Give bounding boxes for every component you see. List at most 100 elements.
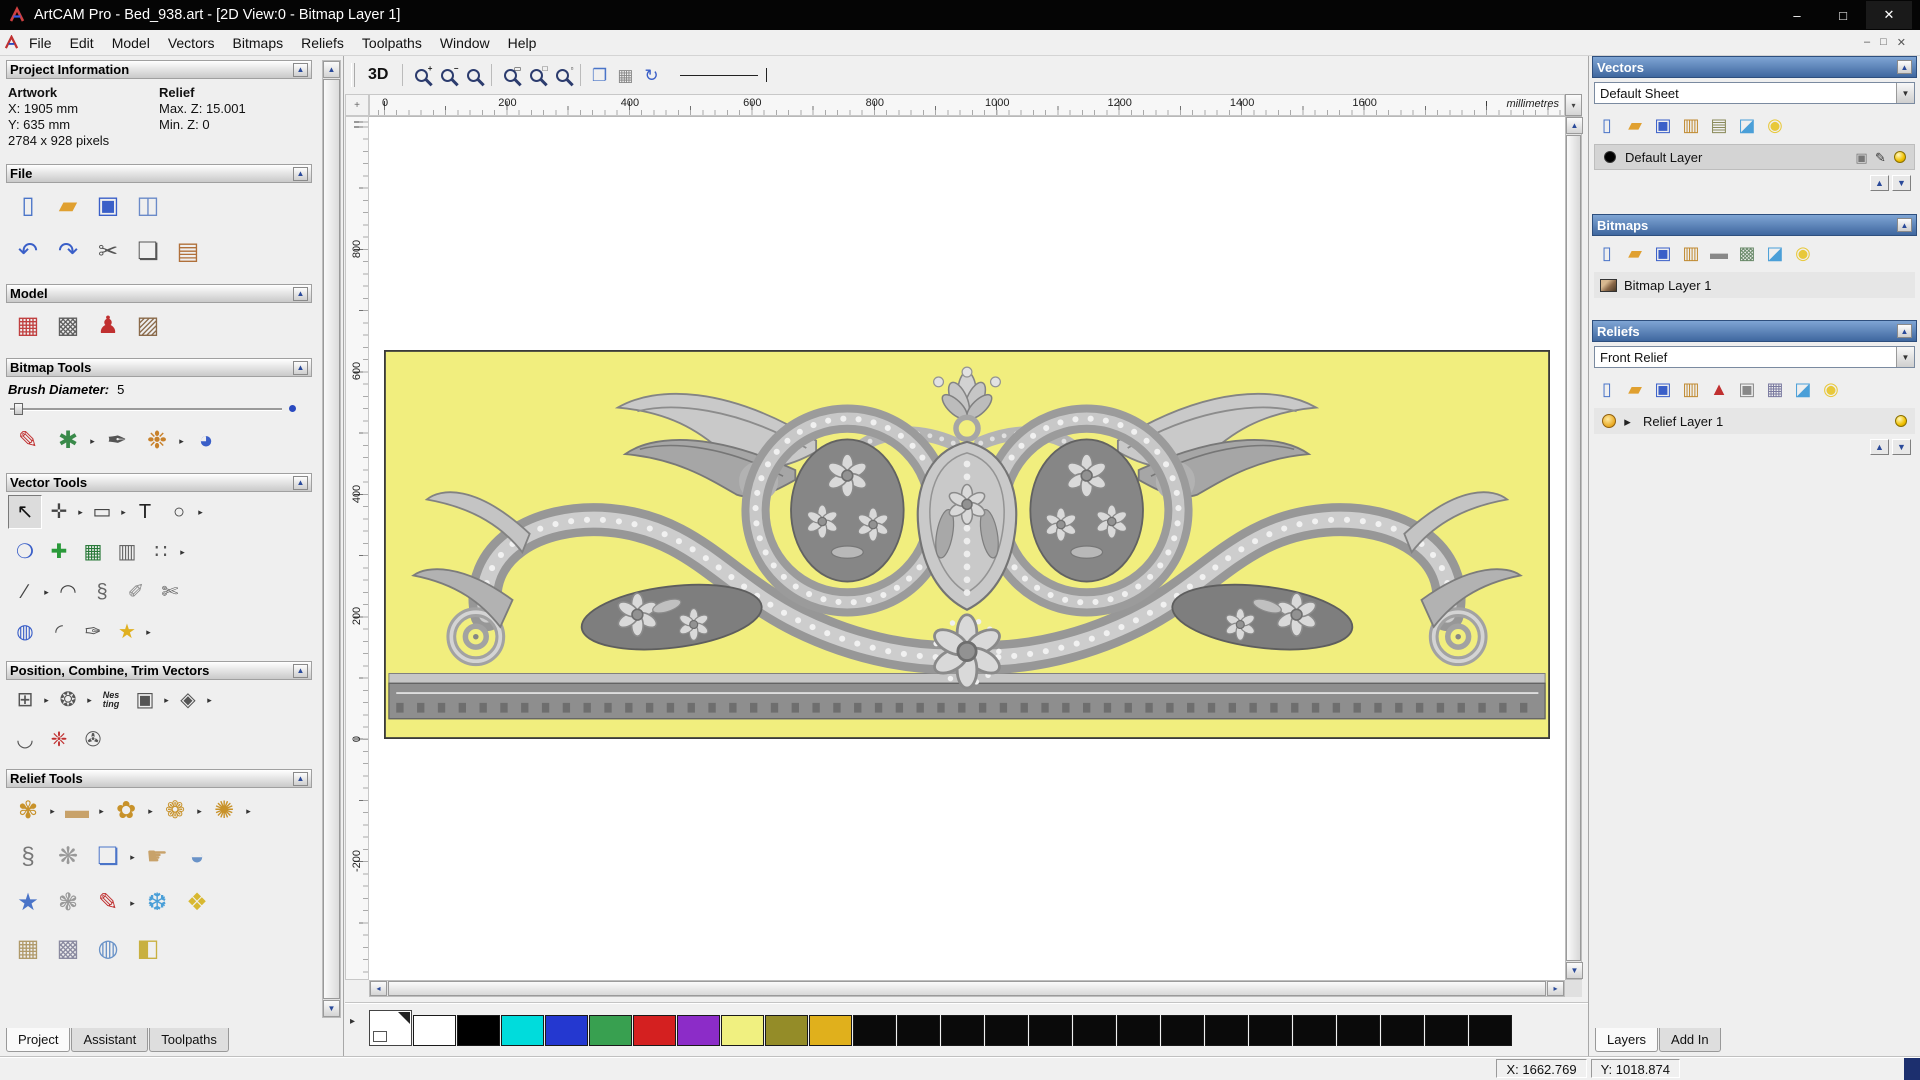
paint-bucket-icon[interactable]: ◕ [186,421,226,461]
colour-black-4[interactable] [941,1015,984,1046]
preview-pages-icon[interactable]: ❐ [586,62,612,88]
colour-black[interactable] [457,1015,500,1046]
tab-toolpaths[interactable]: Toolpaths [149,1028,229,1052]
resize-grip[interactable] [1904,1057,1920,1080]
sheet-selector[interactable]: Default Sheet ▼ [1594,82,1915,104]
relief-visibility-bulb[interactable] [1891,412,1910,431]
maximize-button[interactable]: □ [1820,1,1866,29]
trim-vectors-icon[interactable]: ✄ [153,575,187,609]
bezier-pen-icon[interactable]: ✑ [76,615,110,649]
pattern-relief-icon[interactable]: ▦ [8,929,48,969]
ruler-split-button[interactable]: ▾ [1565,94,1582,116]
save-bitmap-icon[interactable]: ▣ [1650,240,1676,266]
layer-relief-icon[interactable]: ◧ [128,929,168,969]
collapse-model-button[interactable]: ▲ [293,286,308,301]
constant-relief-icon[interactable]: ❏ [88,837,128,877]
menu-vectors[interactable]: Vectors [159,32,224,54]
palette-expand-button[interactable]: ▸ [350,1016,355,1027]
fillet-weld-icon[interactable]: ◡ [8,723,42,757]
colour-black-9[interactable] [1161,1015,1204,1046]
canvas-scroll-down-arrow[interactable]: ▼ [1566,962,1583,979]
undo-icon[interactable]: ↶ [8,232,48,272]
section-header-bitmaps[interactable]: Bitmaps ▲ [1592,214,1917,236]
tab-layers[interactable]: Layers [1595,1028,1659,1052]
canvas-scroll-left-arrow[interactable]: ◂ [370,981,387,996]
menu-bitmaps[interactable]: Bitmaps [224,32,293,54]
zoom-page-icon[interactable]: ▫ [549,62,575,88]
smooth-relief-icon[interactable]: ▬ [57,791,97,831]
bitmap-layer-row[interactable]: Bitmap Layer 1 [1594,272,1915,298]
scroll-down-arrow[interactable]: ▼ [323,1000,340,1017]
weld-vectors-icon[interactable]: ◈ [171,683,205,717]
open-relief-file-icon[interactable]: ▰ [1622,376,1648,402]
weld-vectors-flyout-arrow[interactable]: ▸ [205,695,214,706]
colour-black-8[interactable] [1117,1015,1160,1046]
paint-relief-flyout-arrow[interactable]: ▸ [128,898,137,909]
dome-relief-icon[interactable]: ◒ [177,837,217,877]
colour-green[interactable] [589,1015,632,1046]
create-star-icon[interactable]: ★ [110,615,144,649]
colour-picker-icon[interactable]: ✒ [97,421,137,461]
move-vector-layer-up-button[interactable]: ▲ [1870,175,1889,191]
bitmap-thumbnail-icon[interactable] [1599,276,1618,295]
show-all-reliefs-icon[interactable]: ◉ [1818,376,1844,402]
relief-wizard-icon[interactable]: ✾ [8,791,48,831]
vector-texture-icon[interactable]: ❈ [42,723,76,757]
merge-layer-icon[interactable]: ▣ [1852,148,1871,167]
left-panel-scrollbar[interactable]: ▲ ▼ [322,60,341,1018]
set-model-size-icon[interactable]: ▦ [8,306,48,346]
calculate-relief-icon[interactable]: ▲ [1706,376,1732,402]
spiral-icon[interactable]: ✇ [76,723,110,757]
canvas-vertical-scrollbar[interactable]: ▲ ▼ [1565,116,1583,980]
show-all-bitmaps-icon[interactable]: ◉ [1790,240,1816,266]
paste-icon[interactable]: ▤ [168,232,208,272]
mdi-minimize-button[interactable]: – [1864,36,1870,49]
fillet-icon[interactable]: ◜ [42,615,76,649]
colour-black-5[interactable] [985,1015,1028,1046]
section-header-position-combine-trim[interactable]: Position, Combine, Trim Vectors ▲ [6,661,312,680]
colour-black-11[interactable] [1249,1015,1292,1046]
colour-black-2[interactable] [853,1015,896,1046]
transform-vectors-flyout-arrow[interactable]: ▸ [76,507,85,518]
colour-black-6[interactable] [1029,1015,1072,1046]
relief-layer-row[interactable]: ▸ Relief Layer 1 [1594,408,1915,434]
new-bitmap-layer-icon[interactable]: ▯ [1594,240,1620,266]
new-relief-layer-icon[interactable]: ▯ [1594,376,1620,402]
move-relief-layer-up-button[interactable]: ▲ [1870,439,1889,455]
colour-black-16[interactable] [1469,1015,1512,1046]
brush-diameter-handle[interactable] [14,403,23,415]
create-star-flyout-arrow[interactable]: ▸ [144,627,153,638]
relief-layer-name[interactable]: Relief Layer 1 [1643,414,1885,429]
colour-light-yellow[interactable] [721,1015,764,1046]
section-header-relief-tools[interactable]: Relief Tools ▲ [6,769,312,788]
relief-selector[interactable]: Front Relief ▼ [1594,346,1915,368]
texture-relief-icon[interactable]: ❆ [137,883,177,923]
colour-gold[interactable] [809,1015,852,1046]
delete-relief-icon[interactable]: ◪ [1790,376,1816,402]
two-rail-sweep-flyout-arrow[interactable]: ▸ [195,806,204,817]
create-text-icon[interactable]: T [128,495,162,529]
scroll-up-arrow[interactable]: ▲ [323,61,340,78]
greyscale-bitmap-icon[interactable]: ▩ [1734,240,1760,266]
block-copy-icon[interactable]: ∷ [144,535,178,569]
delete-vectors-icon[interactable]: ◪ [1734,112,1760,138]
colour-black-14[interactable] [1381,1015,1424,1046]
collapse-file-button[interactable]: ▲ [293,166,308,181]
sheet-selector-dropdown-button[interactable]: ▼ [1896,83,1914,103]
mdi-close-button[interactable]: ✕ [1897,36,1906,49]
relief-layer-expander[interactable]: ▸ [1618,412,1637,431]
clay-relief-icon[interactable]: ◍ [88,929,128,969]
layer-colour-swatch[interactable] [1600,148,1619,167]
vector-layer-row[interactable]: Default Layer ▣ ✎ [1594,144,1915,170]
circular-array-icon[interactable]: ❂ [51,683,85,717]
colour-olive[interactable] [765,1015,808,1046]
relief-thumbnail-icon[interactable] [1599,412,1618,431]
interactive-sculpt-icon[interactable]: ☛ [137,837,177,877]
colour-black-10[interactable] [1205,1015,1248,1046]
menu-file[interactable]: File [20,32,61,54]
scroll-thumb[interactable] [323,79,340,999]
lighting-material-icon[interactable]: ♟ [88,306,128,346]
save-vectors-icon[interactable]: ▣ [1650,112,1676,138]
collapse-vectors-button[interactable]: ▲ [1897,60,1912,74]
bitmap-to-vector-icon[interactable]: ▦ [76,535,110,569]
